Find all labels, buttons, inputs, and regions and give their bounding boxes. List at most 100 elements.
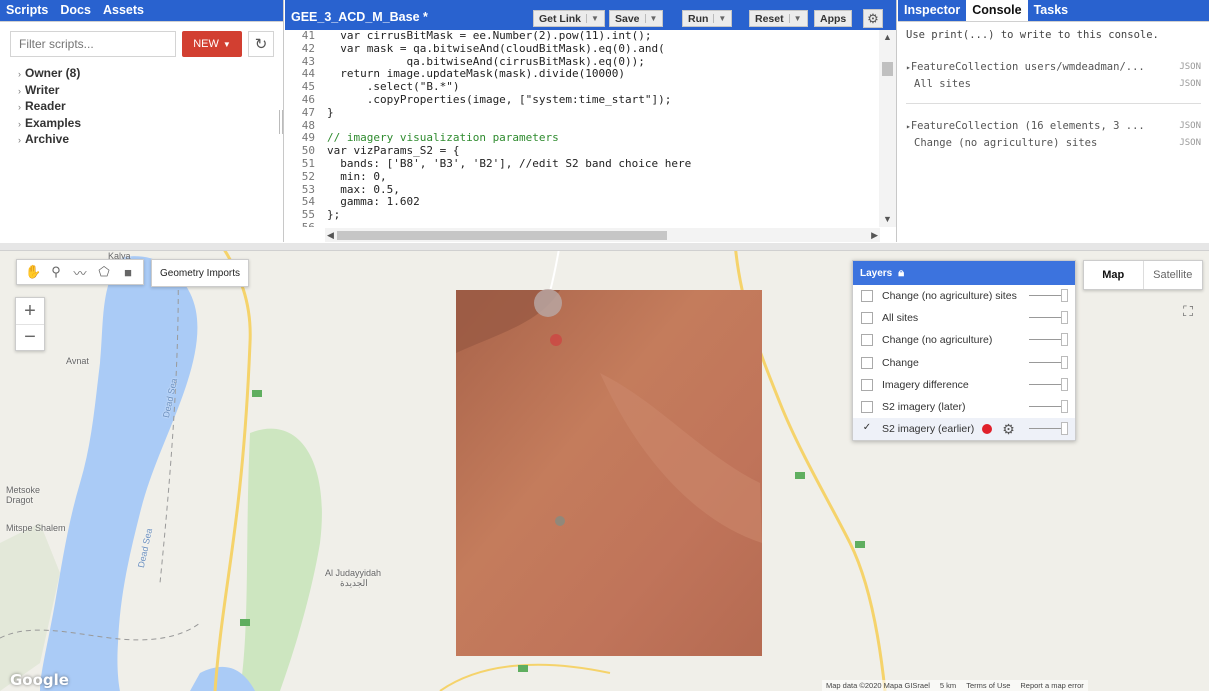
- layer-checkbox[interactable]: [861, 356, 873, 369]
- code-area[interactable]: 41 var cirrusBitMask = ee.Number(2).pow(…: [285, 30, 880, 227]
- opacity-slider[interactable]: [1029, 289, 1068, 302]
- tab-tasks[interactable]: Tasks: [1027, 0, 1075, 21]
- scroll-up-icon[interactable]: ▲: [883, 32, 892, 42]
- tree-item-writer[interactable]: › Writer: [18, 82, 283, 99]
- scroll-left-icon[interactable]: ◀: [327, 230, 334, 241]
- map-type-map[interactable]: Map: [1084, 261, 1143, 289]
- tree-item-owner[interactable]: › Owner (8): [18, 65, 283, 82]
- tree-item-examples[interactable]: › Examples: [18, 115, 283, 132]
- tab-assets[interactable]: Assets: [96, 0, 150, 21]
- map-view[interactable]: Kalya Avnat Metsoke Dragot Mitspe Shalem…: [0, 243, 1209, 691]
- opacity-slider[interactable]: [1029, 311, 1068, 325]
- opacity-slider-handle[interactable]: [1061, 355, 1068, 369]
- line-number: 52: [301, 169, 315, 183]
- get-link-button[interactable]: Get Link ▼: [533, 10, 605, 27]
- layers-header[interactable]: Layers 🔒︎: [853, 261, 1075, 285]
- report-error-link[interactable]: Report a map error: [1020, 681, 1083, 690]
- tab-scripts[interactable]: Scripts: [0, 0, 55, 21]
- layer-row[interactable]: Change (no agriculture): [853, 329, 1075, 351]
- zoom-control: + −: [15, 297, 45, 351]
- layer-checkbox[interactable]: [861, 334, 873, 347]
- opacity-slider[interactable]: [1029, 422, 1068, 436]
- layer-row[interactable]: ✓ S2 imagery (earlier) ⚙: [853, 418, 1075, 441]
- settings-gear-icon[interactable]: ⚙: [863, 9, 883, 28]
- opacity-slider[interactable]: [1029, 377, 1068, 391]
- tabbar-fill: [149, 0, 283, 21]
- scroll-right-icon[interactable]: ▶: [871, 230, 878, 241]
- code-line[interactable]: 55};: [285, 208, 880, 222]
- code-line[interactable]: 46 .copyProperties(image, ["system:time_…: [285, 93, 880, 107]
- save-button[interactable]: Save ▼: [609, 10, 664, 27]
- map-resize-handle[interactable]: [0, 243, 1209, 251]
- reset-button[interactable]: Reset ▼: [749, 10, 808, 27]
- run-button[interactable]: Run ▼: [682, 10, 733, 27]
- fullscreen-icon[interactable]: ⛶: [1176, 299, 1200, 323]
- tree-item-archive[interactable]: › Archive: [18, 131, 283, 148]
- tab-console[interactable]: Console: [966, 0, 1028, 21]
- pan-hand-icon[interactable]: ✋: [25, 264, 41, 280]
- console-entry[interactable]: ▸FeatureCollection (16 elements, 3 ... JS…: [906, 118, 1201, 162]
- json-badge[interactable]: JSON: [1179, 135, 1201, 152]
- vertical-scroll-thumb[interactable]: [882, 62, 893, 76]
- opacity-slider-handle[interactable]: [1061, 333, 1068, 347]
- console-entry-header[interactable]: ▸FeatureCollection (16 elements, 3 ... JS…: [906, 118, 1201, 135]
- zoom-out-button[interactable]: −: [16, 324, 44, 350]
- terms-link[interactable]: Terms of Use: [966, 681, 1010, 690]
- horizontal-scroll-thumb[interactable]: [337, 231, 667, 240]
- layer-row[interactable]: S2 imagery (later): [853, 396, 1075, 418]
- opacity-slider-handle[interactable]: [1061, 289, 1068, 302]
- scroll-down-icon[interactable]: ▼: [883, 214, 892, 224]
- opacity-slider-handle[interactable]: [1061, 377, 1068, 391]
- fold-marker: [319, 107, 327, 120]
- editor-horizontal-scrollbar[interactable]: ◀ ▶: [325, 228, 880, 242]
- tab-inspector[interactable]: Inspector: [898, 0, 967, 21]
- json-badge[interactable]: JSON: [1179, 76, 1201, 93]
- geometry-imports-button[interactable]: Geometry Imports: [151, 259, 250, 287]
- code-line[interactable]: 41 var cirrusBitMask = ee.Number(2).pow(…: [285, 30, 880, 43]
- layer-checkbox[interactable]: [861, 290, 873, 303]
- json-badge[interactable]: JSON: [1179, 59, 1201, 76]
- marker-icon[interactable]: ⚲: [49, 264, 63, 280]
- editor-vertical-scrollbar[interactable]: ▲ ▼: [879, 30, 896, 227]
- code-line[interactable]: 56: [285, 221, 880, 227]
- tree-item-label: Writer: [25, 82, 60, 97]
- layer-row[interactable]: All sites: [853, 307, 1075, 329]
- new-script-button[interactable]: NEW ▼: [182, 31, 242, 57]
- opacity-slider[interactable]: [1029, 355, 1068, 369]
- console-entry-header[interactable]: ▸FeatureCollection users/wmdeadman/... JS…: [906, 59, 1201, 76]
- layer-row[interactable]: Change: [853, 352, 1075, 374]
- code-line[interactable]: 54 gamma: 1.602: [285, 196, 880, 209]
- opacity-slider-handle[interactable]: [1061, 422, 1068, 436]
- scale-bar[interactable]: 5 km: [940, 681, 956, 690]
- tree-item-reader[interactable]: › Reader: [18, 98, 283, 115]
- console-entry[interactable]: ▸FeatureCollection users/wmdeadman/... JS…: [906, 59, 1201, 104]
- refresh-icon[interactable]: ↻: [248, 31, 274, 57]
- layer-settings-gear-icon[interactable]: ⚙: [1002, 421, 1015, 438]
- line-icon[interactable]: 〰: [73, 263, 87, 282]
- code-line[interactable]: 42 var mask = qa.bitwiseAnd(cloudBitMask…: [285, 42, 880, 56]
- layer-row[interactable]: Imagery difference: [853, 374, 1075, 396]
- panel-splitter[interactable]: [279, 110, 283, 134]
- opacity-slider[interactable]: [1029, 399, 1068, 413]
- layer-checkbox[interactable]: [861, 312, 873, 325]
- layer-row[interactable]: Change (no agriculture) sites: [853, 285, 1075, 307]
- opacity-slider[interactable]: [1029, 333, 1068, 347]
- zoom-in-button[interactable]: +: [16, 298, 44, 324]
- layer-checkbox[interactable]: [861, 401, 873, 414]
- opacity-slider-handle[interactable]: [1061, 399, 1068, 413]
- console-entry-row: Change (no agriculture) sites JSON: [906, 135, 1201, 152]
- code-line[interactable]: 47}: [285, 106, 880, 120]
- code-line[interactable]: 51 bands: ['B8', 'B3', 'B2'], //edit S2 …: [285, 157, 880, 171]
- layer-checkbox[interactable]: [861, 378, 873, 391]
- polygon-icon[interactable]: ⬠: [97, 264, 111, 280]
- lock-icon[interactable]: 🔒︎: [898, 267, 904, 280]
- code-line[interactable]: 52 min: 0,: [285, 169, 880, 184]
- tab-docs[interactable]: Docs: [54, 0, 97, 21]
- apps-button[interactable]: Apps: [814, 10, 853, 27]
- filter-scripts-input[interactable]: [10, 31, 176, 57]
- opacity-slider-handle[interactable]: [1061, 311, 1068, 325]
- layer-checkbox[interactable]: ✓: [861, 423, 873, 435]
- map-type-satellite[interactable]: Satellite: [1142, 261, 1203, 289]
- json-badge[interactable]: JSON: [1179, 118, 1201, 135]
- rectangle-icon[interactable]: ■: [121, 265, 135, 280]
